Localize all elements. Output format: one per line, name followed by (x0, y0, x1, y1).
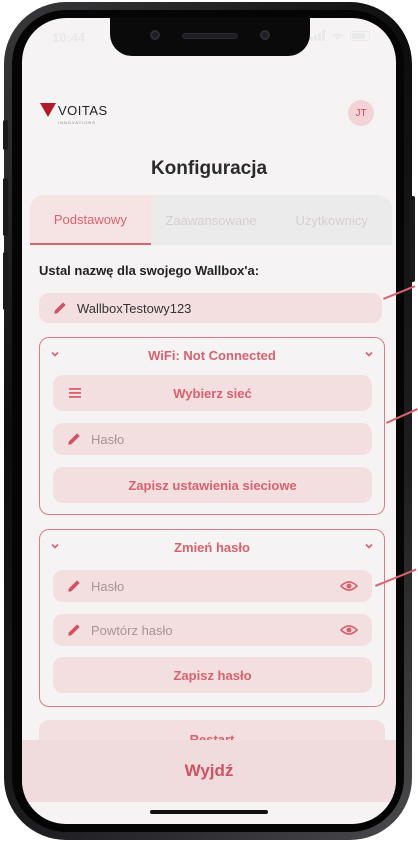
eye-icon[interactable] (340, 624, 358, 636)
user-avatar[interactable]: JT (348, 100, 374, 126)
battery-icon (350, 30, 370, 41)
password-card-title: Zmień hasło (174, 539, 250, 555)
chevron-down-icon (365, 351, 373, 357)
save-password-label: Zapisz hasło (173, 667, 252, 683)
wifi-card-header[interactable]: WiFi: Not Connected (40, 338, 384, 372)
status-time: 10:44 (52, 30, 86, 45)
wifi-status-title: WiFi: Not Connected (148, 347, 276, 363)
tab-zaawansowane[interactable]: Zaawansowane (151, 195, 272, 245)
new-password-placeholder: Hasło (91, 578, 125, 594)
wifi-password-input[interactable]: Hasło (53, 423, 372, 455)
repeat-password-input[interactable]: Powtórz hasło (53, 614, 372, 646)
logo-mark-icon (40, 103, 56, 117)
exit-label: Wyjdź (184, 761, 234, 780)
pencil-icon (68, 580, 80, 592)
logo-text: VOITAS (58, 103, 108, 118)
logo-subtext: INNOVATIONS (58, 120, 96, 125)
signal-icon (310, 30, 325, 41)
repeat-password-placeholder: Powtórz hasło (91, 622, 173, 638)
tab-podstawowy[interactable]: Podstawowy (30, 195, 151, 245)
wallbox-name-label: Ustal nazwę dla swojego Wallbox'a: (39, 263, 260, 278)
app-header: VOITAS INNOVATIONS JT (22, 96, 396, 136)
power-button (410, 196, 415, 282)
save-password-button[interactable]: Zapisz hasło (53, 657, 372, 693)
password-card-header[interactable]: Zmień hasło (40, 530, 384, 564)
wifi-password-placeholder: Hasło (91, 431, 125, 447)
tab-uzytkownicy[interactable]: Użytkownicy (271, 195, 392, 245)
voitas-logo: VOITAS INNOVATIONS (40, 102, 108, 125)
exit-button[interactable]: Wyjdź (22, 740, 396, 802)
pencil-icon (68, 624, 80, 636)
menu-icon (69, 388, 81, 398)
new-password-input[interactable]: Hasło (53, 570, 372, 602)
app-screen: 10:44 VOITAS INNOVATIONS JT Konfiguracja… (22, 18, 396, 824)
chevron-down-icon (51, 543, 59, 549)
pencil-icon (54, 302, 66, 314)
volume-up-button (3, 178, 8, 236)
pencil-icon (68, 433, 80, 445)
wifi-icon (332, 33, 343, 40)
status-bar: 10:44 (22, 30, 396, 50)
save-network-settings-button[interactable]: Zapisz ustawienia sieciowe (53, 467, 372, 503)
volume-down-button (3, 252, 8, 310)
select-network-label: Wybierz sieć (173, 385, 252, 401)
chevron-down-icon (365, 543, 373, 549)
chevron-down-icon (51, 351, 59, 357)
status-icons (310, 30, 370, 41)
change-password-card: Zmień hasło Hasło Powtórz hasło Zapisz h… (39, 529, 385, 707)
page-title: Konfiguracja (150, 158, 268, 179)
wallbox-name-input[interactable]: WallboxTestowy123 (39, 293, 382, 323)
tab-bar: Podstawowy Zaawansowane Użytkownicy (30, 195, 392, 245)
save-network-label: Zapisz ustawienia sieciowe (128, 477, 297, 493)
mute-switch (3, 120, 8, 150)
wallbox-name-value: WallboxTestowy123 (77, 300, 192, 316)
wifi-card: WiFi: Not Connected Wybierz sieć Hasło Z… (39, 337, 385, 515)
eye-icon[interactable] (340, 580, 358, 592)
select-network-button[interactable]: Wybierz sieć (53, 375, 372, 411)
home-indicator (150, 810, 268, 814)
